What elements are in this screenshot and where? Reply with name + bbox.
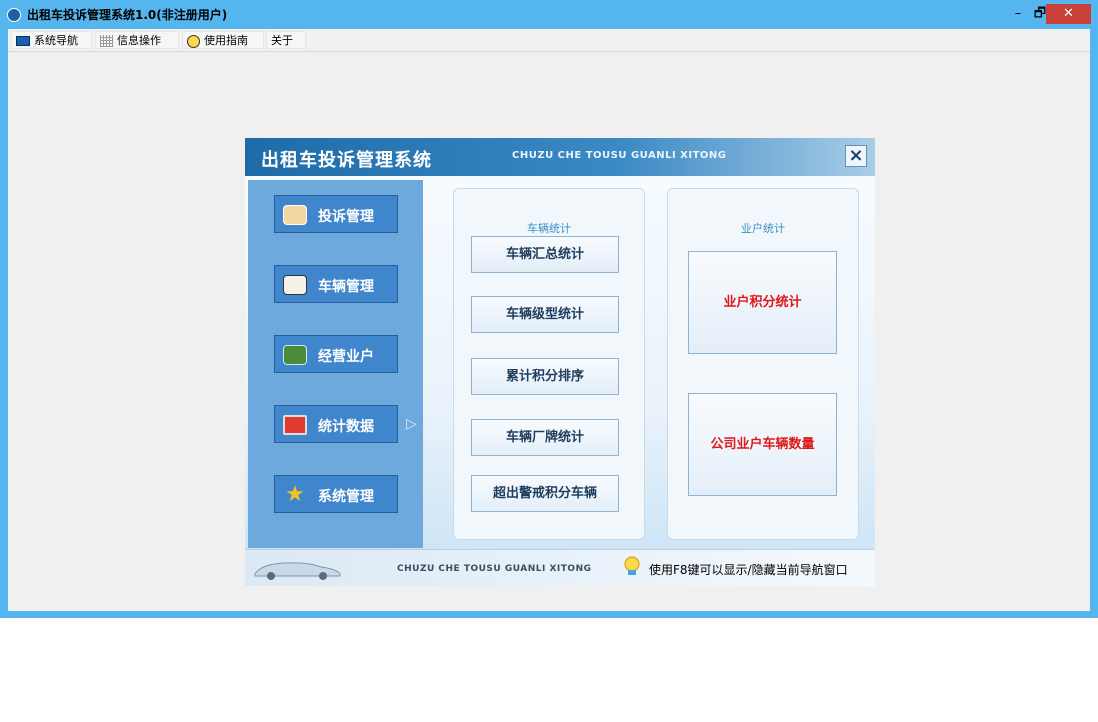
dialog-title: 出租车投诉管理系统 bbox=[261, 150, 432, 171]
sidebar-item-label: 车辆管理 bbox=[318, 279, 374, 295]
menu-user-guide[interactable]: 使用指南 bbox=[182, 31, 264, 49]
monitor-icon bbox=[16, 36, 30, 46]
footer-hint: 使用F8键可以显示/隐藏当前导航窗口 bbox=[649, 563, 848, 577]
owner-points-button[interactable]: 业户积分统计 bbox=[688, 251, 837, 354]
bulb-icon bbox=[624, 556, 640, 575]
sidebar-item-complaints[interactable]: 投诉管理 bbox=[274, 195, 398, 233]
selected-arrow-icon: ▷ bbox=[406, 416, 417, 432]
owner-stats-panel: 业户统计 业户积分统计 公司业户车辆数量 bbox=[667, 188, 859, 540]
dialog-subtitle: CHUZU CHE TOUSU GUANLI XITONG bbox=[512, 150, 727, 161]
sidebar-item-operators[interactable]: 经营业户 bbox=[274, 335, 398, 373]
vehicle-class-button[interactable]: 车辆级型统计 bbox=[471, 296, 619, 333]
vehicle-stats-panel: 车辆统计 车辆汇总统计 车辆级型统计 累计积分排序 车辆厂牌统计 超出警戒积分车… bbox=[453, 188, 645, 540]
sidebar-item-label: 系统管理 bbox=[318, 489, 374, 505]
car-icon bbox=[254, 562, 341, 580]
bulb-icon bbox=[187, 34, 200, 48]
close-button[interactable]: ✕ bbox=[1046, 4, 1091, 24]
sidebar-item-label: 投诉管理 bbox=[318, 209, 374, 225]
book-icon bbox=[283, 275, 307, 295]
menu-label: 系统导航 bbox=[34, 34, 78, 47]
navigation-dialog: 出租车投诉管理系统 CHUZU CHE TOUSU GUANLI XITONG … bbox=[245, 138, 875, 586]
menu-label: 信息操作 bbox=[117, 34, 161, 47]
menu-label: 使用指南 bbox=[204, 34, 248, 47]
sidebar-item-system[interactable]: ★ 系统管理 bbox=[274, 475, 398, 513]
menu-info-ops[interactable]: 信息操作 bbox=[95, 31, 179, 49]
nav-sidebar: 投诉管理 车辆管理 经营业户 统计数据 ★ 系统管理 ▷ bbox=[248, 180, 423, 548]
sidebar-item-statistics[interactable]: 统计数据 bbox=[274, 405, 398, 443]
window-title: 出租车投诉管理系统1.0(非注册用户) bbox=[27, 8, 228, 22]
owner-icon bbox=[283, 345, 307, 365]
menu-bar: 系统导航 信息操作 使用指南 关于 bbox=[8, 29, 1090, 51]
monitor-red-icon bbox=[283, 415, 307, 435]
title-bar[interactable]: 出租车投诉管理系统1.0(非注册用户) – 🗗 ✕ bbox=[0, 0, 1098, 29]
panel-label: 车辆统计 bbox=[527, 222, 571, 235]
dialog-footer: CHUZU CHE TOUSU GUANLI XITONG 使用F8键可以显示/… bbox=[245, 549, 875, 586]
company-vehicle-count-button[interactable]: 公司业户车辆数量 bbox=[688, 393, 837, 496]
points-ranking-button[interactable]: 累计积分排序 bbox=[471, 358, 619, 395]
dialog-header[interactable]: 出租车投诉管理系统 CHUZU CHE TOUSU GUANLI XITONG … bbox=[245, 138, 875, 176]
vehicle-brand-button[interactable]: 车辆厂牌统计 bbox=[471, 419, 619, 456]
menu-system-nav[interactable]: 系统导航 bbox=[11, 31, 92, 49]
grid-icon bbox=[100, 35, 113, 47]
footer-subtitle: CHUZU CHE TOUSU GUANLI XITONG bbox=[397, 564, 592, 574]
panel-label: 业户统计 bbox=[741, 222, 785, 235]
over-limit-vehicles-button[interactable]: 超出警戒积分车辆 bbox=[471, 475, 619, 512]
sidebar-item-vehicles[interactable]: 车辆管理 bbox=[274, 265, 398, 303]
app-logo-icon bbox=[7, 8, 21, 22]
sidebar-item-label: 经营业户 bbox=[318, 349, 374, 365]
sidebar-item-label: 统计数据 bbox=[318, 419, 374, 435]
vehicle-summary-button[interactable]: 车辆汇总统计 bbox=[471, 236, 619, 273]
dialog-close-button[interactable]: × bbox=[845, 145, 867, 167]
minimize-button[interactable]: – bbox=[1008, 4, 1028, 24]
star-icon: ★ bbox=[285, 482, 305, 507]
menu-about[interactable]: 关于 bbox=[266, 31, 306, 49]
menu-label: 关于 bbox=[271, 34, 293, 47]
complaint-icon bbox=[283, 205, 307, 225]
